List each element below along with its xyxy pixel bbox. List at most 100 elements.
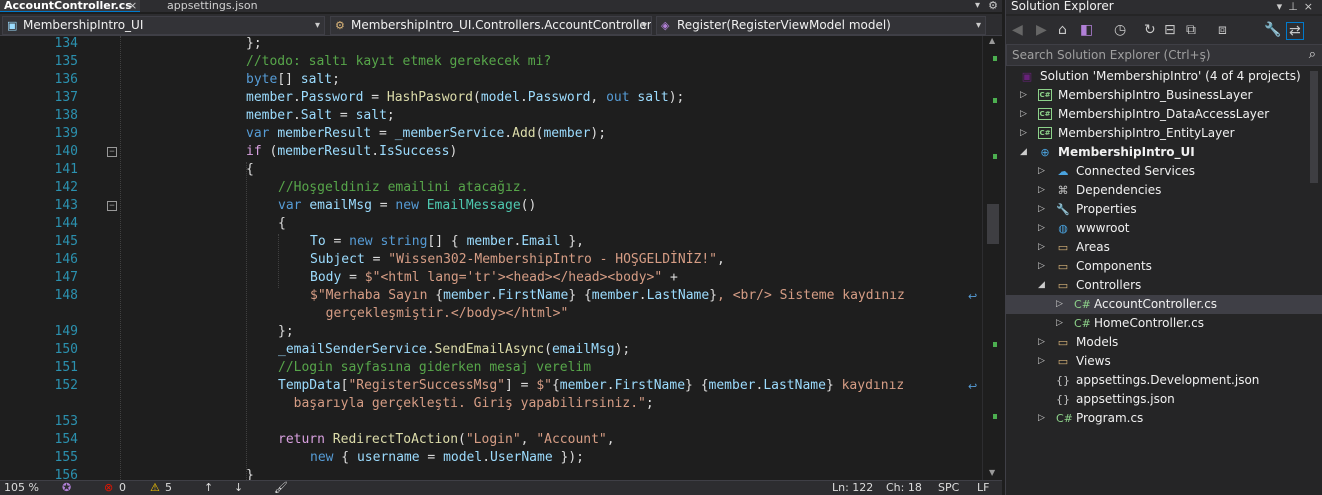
collapsed-arrow-icon[interactable]: ▷ xyxy=(1038,238,1045,257)
tree-item[interactable]: ▷ C# MembershipIntro_DataAccessLayer xyxy=(1006,105,1322,124)
code-line[interactable]: //Login sayfasına giderken mesaj verelim xyxy=(278,359,591,377)
tree-item[interactable]: ▷ ☁ Connected Services xyxy=(1006,162,1322,181)
collapsed-arrow-icon[interactable]: ▷ xyxy=(1038,181,1045,200)
refresh-icon[interactable]: ↻ xyxy=(1144,22,1156,38)
line-indicator[interactable]: Ln: 122 xyxy=(832,481,873,495)
collapsed-arrow-icon[interactable]: ▷ xyxy=(1038,162,1045,181)
tree-item[interactable]: ▷ C# AccountController.cs xyxy=(1006,295,1322,314)
tree-item[interactable]: ▷ C# MembershipIntro_BusinessLayer xyxy=(1006,86,1322,105)
collapsed-arrow-icon[interactable]: ▷ xyxy=(1056,314,1063,333)
tree-item[interactable]: ▷ ▭ Components xyxy=(1006,257,1322,276)
code-line[interactable]: To = new string[] { member.Email }, xyxy=(310,233,584,251)
code-line[interactable]: //Hoşgeldiniz emailini atacağız. xyxy=(278,179,528,197)
code-line[interactable]: Body = $"<html lang='tr'><head></head><b… xyxy=(310,269,678,287)
home-icon[interactable]: ⌂ xyxy=(1058,22,1067,38)
arrow-up-icon[interactable]: ↑ xyxy=(204,481,213,495)
collapsed-arrow-icon[interactable]: ▷ xyxy=(1038,352,1045,371)
arrow-down-icon[interactable]: ↓ xyxy=(234,481,243,495)
code-line[interactable]: byte[] salt; xyxy=(246,71,340,89)
column-indicator[interactable]: Ch: 18 xyxy=(886,481,922,495)
copilot-icon[interactable]: ✪ xyxy=(62,481,71,495)
back-icon[interactable]: ◀ xyxy=(1012,22,1023,38)
collapse-icon[interactable]: − xyxy=(107,201,117,211)
code-line[interactable]: Subject = "Wissen302-MembershipIntro - H… xyxy=(310,251,725,269)
tree-item[interactable]: {} appsettings.json xyxy=(1006,390,1322,409)
line-ending-indicator[interactable]: LF xyxy=(977,481,989,495)
error-icon[interactable]: ⊗ xyxy=(104,481,113,495)
switch-views-icon[interactable]: ◧ xyxy=(1080,22,1093,38)
tree-scrollbar[interactable] xyxy=(1306,67,1322,187)
collapsed-arrow-icon[interactable]: ▷ xyxy=(1038,333,1045,352)
code-area[interactable]: 134}; 135 //todo: saltı kayıt etmek gereke… xyxy=(0,36,1002,480)
tab-appsettings[interactable]: appsettings.json xyxy=(163,0,273,12)
search-icon[interactable]: ⌕ xyxy=(1309,45,1316,65)
tree-item[interactable]: ▷ ▭ Models xyxy=(1006,333,1322,352)
tree-item[interactable]: ▷ ◍ wwwroot xyxy=(1006,219,1322,238)
scrollbar-thumb[interactable] xyxy=(987,204,999,244)
collapsed-arrow-icon[interactable]: ▷ xyxy=(1038,200,1045,219)
brush-icon[interactable]: 🖌 xyxy=(274,481,288,495)
code-editor[interactable]: AccountController.cs × appsettings.json … xyxy=(0,0,1002,495)
solution-search-input[interactable]: Search Solution Explorer (Ctrl+ş) ⌕ xyxy=(1006,44,1322,66)
collapsed-arrow-icon[interactable]: ▷ xyxy=(1038,219,1045,238)
tree-item[interactable]: ▷ C# Program.cs xyxy=(1006,409,1322,428)
scroll-down-icon[interactable]: ▼ xyxy=(989,468,995,477)
code-line[interactable]: var memberResult = _memberService.Add(me… xyxy=(246,125,606,143)
code-line[interactable]: }; xyxy=(246,36,262,53)
code-line[interactable]: member.Password = HashPasword(model.Pass… xyxy=(246,89,684,107)
expanded-arrow-icon[interactable]: ◢ xyxy=(1038,276,1045,295)
tree-item[interactable]: ▷ C# MembershipIntro_EntityLayer xyxy=(1006,124,1322,143)
collapsed-arrow-icon[interactable]: ▷ xyxy=(1038,409,1045,428)
pending-changes-filter-icon[interactable]: ◷ xyxy=(1114,22,1126,38)
code-line[interactable]: TempData["RegisterSuccessMsg"] = $"{memb… xyxy=(278,377,904,395)
panel-controls[interactable]: ▾⊥× xyxy=(1277,0,1319,13)
collapsed-arrow-icon[interactable]: ▷ xyxy=(1038,257,1045,276)
code-line[interactable]: $"Merhaba Sayın {member.FirstName} {memb… xyxy=(310,287,905,305)
code-line[interactable]: //todo: saltı kayıt etmek gerekecek mi? xyxy=(246,53,551,71)
class-dropdown[interactable]: ⚙ MembershipIntro_UI.Controllers.Account… xyxy=(330,16,652,35)
code-line[interactable]: member.Salt = salt; xyxy=(246,107,395,125)
project-dropdown[interactable]: ▣ MembershipIntro_UI ▾ xyxy=(2,16,325,35)
code-line[interactable]: return RedirectToAction("Login", "Accoun… xyxy=(278,431,615,449)
code-line[interactable]: gerçekleşmiştir.</body></html>" xyxy=(310,305,569,323)
properties-wrench-icon[interactable]: 🔧 xyxy=(1264,22,1281,38)
member-dropdown[interactable]: ◈ Register(RegisterViewModel model) ▾ xyxy=(656,16,986,35)
tree-item[interactable]: ▷ ▭ Areas xyxy=(1006,238,1322,257)
code-line[interactable]: _emailSenderService.SendEmailAsync(email… xyxy=(278,341,630,359)
tree-item[interactable]: ▷ ▭ Views xyxy=(1006,352,1322,371)
code-line[interactable]: { xyxy=(246,161,254,179)
code-line[interactable]: if (memberResult.IsSuccess) xyxy=(246,143,457,161)
close-icon[interactable]: × xyxy=(128,0,137,11)
tree-item[interactable]: ▷ ⌘ Dependencies xyxy=(1006,181,1322,200)
gear-icon[interactable]: ⚙ xyxy=(988,0,998,11)
preview-icon[interactable]: ⧈ xyxy=(1218,22,1227,38)
code-line[interactable]: başarıyla gerçekleşti. Giriş yapabilirsi… xyxy=(278,395,654,413)
code-line[interactable]: } xyxy=(246,467,254,480)
tree-item[interactable]: ▣ Solution 'MembershipIntro' (4 of 4 proj… xyxy=(1006,67,1322,86)
tab-list-dropdown-icon[interactable]: ▾ xyxy=(975,0,980,11)
vertical-scrollbar[interactable]: ▲ ▼ xyxy=(982,36,1002,480)
tree-item[interactable]: {} appsettings.Development.json xyxy=(1006,371,1322,390)
code-line[interactable]: }; xyxy=(278,323,294,341)
code-line[interactable]: { xyxy=(278,215,286,233)
tree-item[interactable]: ◢ ⊕ MembershipIntro_UI xyxy=(1006,143,1322,162)
tree-item[interactable]: ▷ 🔧 Properties xyxy=(1006,200,1322,219)
tree-item[interactable]: ▷ C# HomeController.cs xyxy=(1006,314,1322,333)
scrollbar-thumb[interactable] xyxy=(1310,71,1318,183)
code-line[interactable]: var emailMsg = new EmailMessage() xyxy=(278,197,536,215)
code-line[interactable]: new { username = model.UserName }); xyxy=(310,449,584,467)
tree-item[interactable]: ◢ ▭ Controllers xyxy=(1006,276,1322,295)
whitespace-indicator[interactable]: SPC xyxy=(938,481,959,495)
sync-icon[interactable]: ⇄ xyxy=(1286,22,1304,40)
show-all-files-icon[interactable]: ⧉ xyxy=(1186,22,1196,38)
forward-icon[interactable]: ▶ xyxy=(1036,22,1047,38)
collapse-all-icon[interactable]: ⊟ xyxy=(1164,22,1176,38)
collapsed-arrow-icon[interactable]: ▷ xyxy=(1020,86,1027,105)
expanded-arrow-icon[interactable]: ◢ xyxy=(1020,143,1027,162)
zoom-level[interactable]: 105 % xyxy=(4,481,39,495)
collapse-icon[interactable]: − xyxy=(107,147,117,157)
scroll-up-icon[interactable]: ▲ xyxy=(989,36,995,45)
collapsed-arrow-icon[interactable]: ▷ xyxy=(1056,295,1063,314)
collapsed-arrow-icon[interactable]: ▷ xyxy=(1020,105,1027,124)
collapsed-arrow-icon[interactable]: ▷ xyxy=(1020,124,1027,143)
